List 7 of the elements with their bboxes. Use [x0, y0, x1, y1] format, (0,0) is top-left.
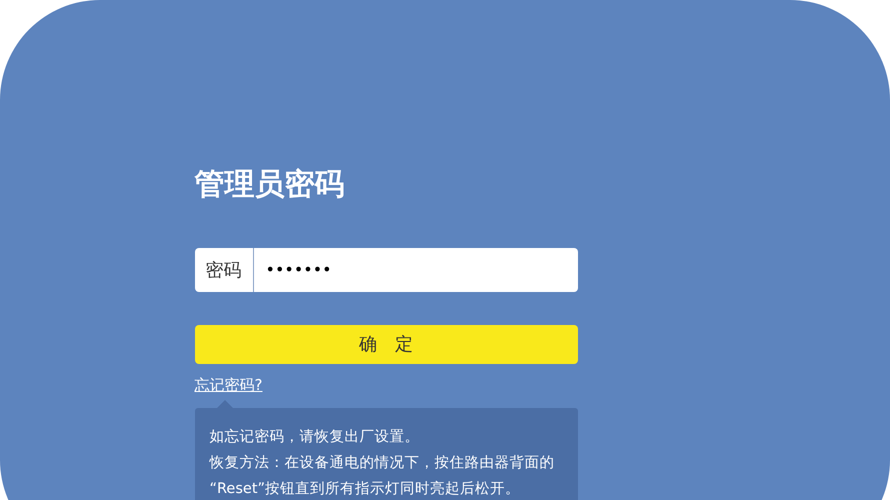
- password-input[interactable]: •••••••: [266, 258, 578, 282]
- field-label: 密码: [204, 258, 242, 282]
- confirm-button[interactable]: 确 定: [194, 325, 578, 364]
- page-title: 管理员密码: [194, 166, 344, 204]
- help-text: 恢复方法：在设备通电的情况下，按住路由器背面的 “Reset”按钮直到所有指示灯同时亮起后松开。: [210, 454, 556, 499]
- help-text: 如忘记密码，请恢复出厂设置。: [210, 428, 420, 447]
- password-field[interactable]: 密码 •••••••: [194, 248, 578, 292]
